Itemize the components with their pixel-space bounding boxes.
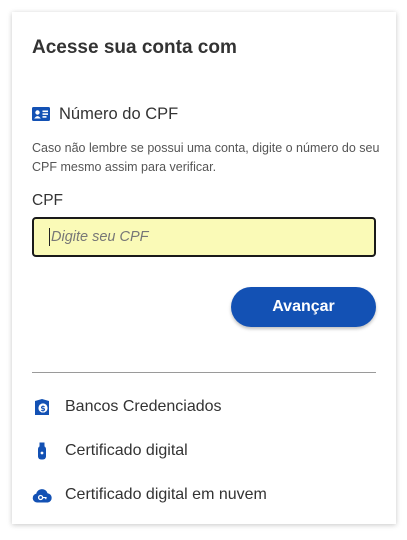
bank-coin-icon: $ xyxy=(32,398,52,416)
page-title: Acesse sua conta com xyxy=(32,37,237,58)
cpf-option-label: Número do CPF xyxy=(59,104,179,123)
cloud-key-icon xyxy=(32,486,52,504)
bancos-credenciados-label: Bancos Credenciados xyxy=(65,398,222,415)
submit-button[interactable]: Avançar xyxy=(231,287,376,327)
bancos-credenciados-option[interactable]: $ Bancos Credenciados xyxy=(32,395,222,419)
cpf-hint: Caso não lembre se possui uma conta, dig… xyxy=(32,141,380,174)
svg-text:$: $ xyxy=(40,404,45,413)
certificado-digital-nuvem-label: Certificado digital em nuvem xyxy=(65,486,267,503)
cpf-option: Número do CPF xyxy=(32,102,178,126)
id-card-icon xyxy=(32,107,50,121)
login-card: Acesse sua conta com Número do CPF Caso … xyxy=(12,12,396,524)
divider xyxy=(32,372,376,373)
certificado-digital-option[interactable]: Certificado digital xyxy=(32,439,188,463)
text-caret xyxy=(49,228,50,246)
usb-token-icon xyxy=(32,442,52,460)
cpf-input[interactable] xyxy=(32,217,376,257)
cpf-field-label: CPF xyxy=(32,192,63,209)
certificado-digital-label: Certificado digital xyxy=(65,442,188,459)
certificado-digital-nuvem-option[interactable]: Certificado digital em nuvem xyxy=(32,483,267,507)
